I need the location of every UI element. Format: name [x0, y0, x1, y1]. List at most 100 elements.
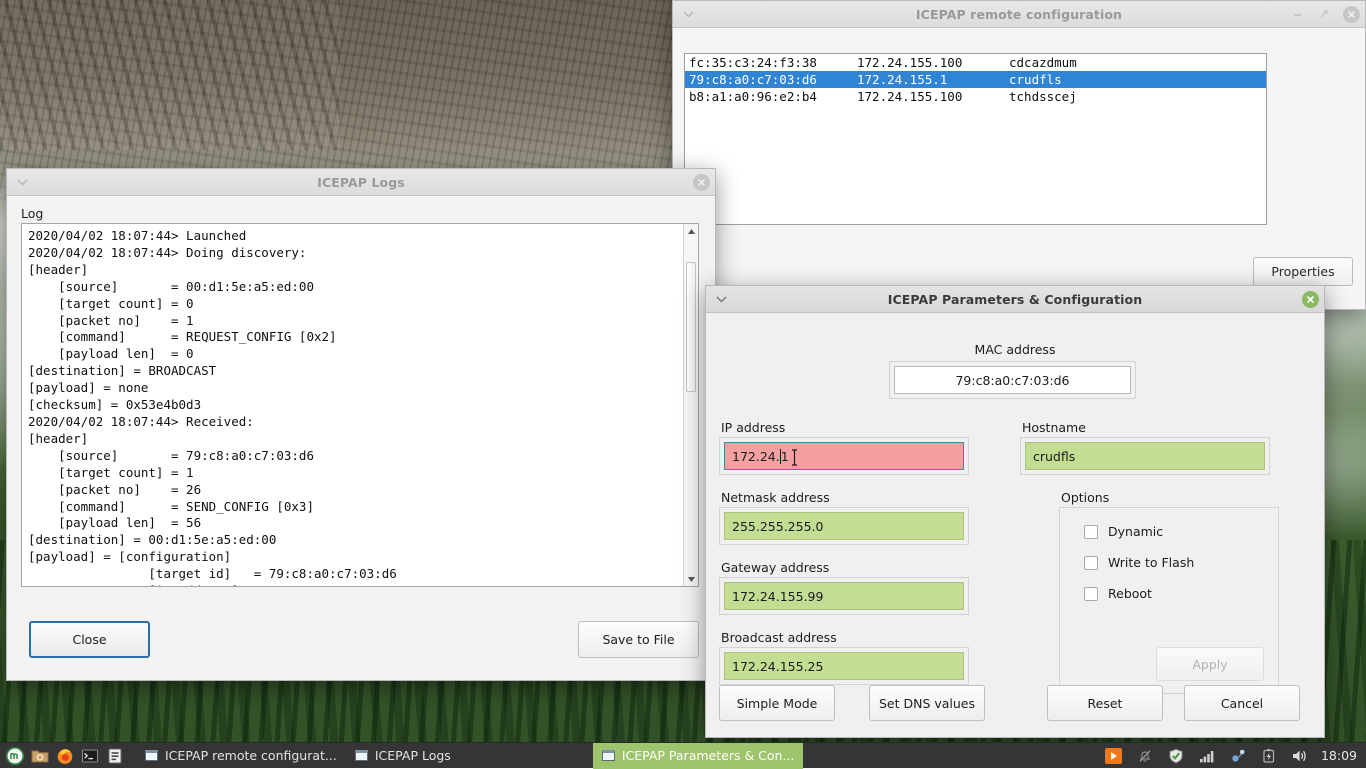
close-icon[interactable] — [1343, 6, 1360, 23]
window-menu-chevron-icon[interactable] — [713, 291, 729, 307]
close-icon[interactable] — [693, 174, 710, 191]
media-play-icon[interactable] — [1104, 746, 1124, 766]
window-title-icepap-logs: ICEPAP Logs — [7, 175, 715, 190]
scrollbar-thumb[interactable] — [686, 262, 696, 392]
broadcast-address-input[interactable]: 172.24.155.25 — [724, 652, 964, 680]
ip-address-value-after-caret: 1 — [781, 449, 789, 464]
mac-address-frame: 79:c8:a0:c7:03:d6 — [889, 361, 1136, 399]
checkbox-dynamic[interactable] — [1084, 525, 1098, 539]
taskbar-item-parameters-configuration[interactable]: ICEPAP Parameters & Con... — [593, 743, 804, 769]
titlebar-parameters-configuration[interactable]: ICEPAP Parameters & Configuration — [706, 286, 1324, 313]
device-hostname: cdcazdmum — [1009, 55, 1266, 70]
network-signal-icon[interactable] — [1197, 746, 1217, 766]
table-row[interactable]: b8:a1:a0:96:e2:b4 172.24.155.100 tchdssc… — [685, 88, 1266, 105]
device-list[interactable]: fc:35:c3:24:f3:38 172.24.155.100 cdcazdm… — [684, 53, 1267, 225]
device-ip: 172.24.155.1 — [857, 72, 1009, 87]
taskbar[interactable]: ICEPAP remote configurat... ICEPAP Logs … — [0, 742, 1366, 768]
minimize-icon[interactable] — [1289, 6, 1306, 23]
desktop-rock-texture-overlay — [0, 0, 340, 150]
log-scrollbar[interactable] — [683, 224, 698, 586]
bluetooth-icon[interactable] — [1228, 746, 1248, 766]
device-ip: 172.24.155.100 — [857, 55, 1009, 70]
table-row[interactable]: fc:35:c3:24:f3:38 172.24.155.100 cdcazdm… — [685, 54, 1266, 71]
option-write-to-flash[interactable]: Write to Flash — [1084, 555, 1278, 570]
window-icon — [145, 750, 158, 761]
titlebar-buttons-logs — [693, 174, 710, 191]
mac-address-value: 79:c8:a0:c7:03:d6 — [894, 366, 1131, 394]
ibeam-mouse-cursor — [791, 449, 798, 466]
hostname-label: Hostname — [1022, 420, 1086, 435]
option-dynamic[interactable]: Dynamic — [1084, 524, 1278, 539]
gateway-address-frame: 172.24.155.99 — [719, 577, 969, 615]
ip-address-value-before-caret: 172.24. — [732, 449, 780, 464]
titlebar-remote-configuration[interactable]: ICEPAP remote configuration — [673, 1, 1365, 28]
checkbox-reboot[interactable] — [1084, 587, 1098, 601]
broadcast-address-frame: 172.24.155.25 — [719, 647, 969, 685]
table-row[interactable]: 79:c8:a0:c7:03:d6 172.24.155.1 crudfls — [685, 71, 1266, 88]
hostname-frame: crudfls — [1020, 437, 1270, 475]
window-parameters-configuration[interactable]: ICEPAP Parameters & Configuration MAC ad… — [705, 285, 1325, 738]
reset-button[interactable]: Reset — [1047, 685, 1163, 721]
apply-button[interactable]: Apply — [1156, 647, 1264, 681]
remote-configuration-body: fc:35:c3:24:f3:38 172.24.155.100 cdcazdm… — [673, 28, 1365, 309]
text-editor-icon[interactable] — [105, 746, 125, 766]
window-menu-chevron-icon[interactable] — [680, 6, 696, 22]
option-write-to-flash-label: Write to Flash — [1108, 555, 1194, 570]
checkbox-write-to-flash[interactable] — [1084, 556, 1098, 570]
window-icon — [602, 750, 615, 761]
netmask-address-input[interactable]: 255.255.255.0 — [724, 512, 964, 540]
window-title-parameters-configuration: ICEPAP Parameters & Configuration — [706, 292, 1324, 307]
gateway-address-label: Gateway address — [721, 560, 829, 575]
taskbar-item-label: ICEPAP Parameters & Con... — [622, 748, 795, 763]
device-mac: 79:c8:a0:c7:03:d6 — [689, 72, 857, 87]
netmask-address-frame: 255.255.255.0 — [719, 507, 969, 545]
files-icon[interactable] — [30, 746, 50, 766]
maximize-icon[interactable] — [1316, 6, 1333, 23]
volume-icon[interactable] — [1290, 746, 1310, 766]
window-icepap-logs[interactable]: ICEPAP Logs Log 2020/04/02 18:07:44> Lau… — [6, 168, 716, 681]
option-reboot[interactable]: Reboot — [1084, 586, 1278, 601]
firefox-icon[interactable] — [55, 746, 75, 766]
option-reboot-label: Reboot — [1108, 586, 1152, 601]
scroll-down-icon[interactable] — [684, 572, 698, 586]
titlebar-buttons-remote — [1289, 6, 1360, 23]
log-textarea[interactable]: 2020/04/02 18:07:44> Launched 2020/04/02… — [21, 223, 699, 587]
set-dns-values-button[interactable]: Set DNS values — [869, 685, 985, 721]
cancel-button[interactable]: Cancel — [1184, 685, 1300, 721]
mint-menu-icon[interactable] — [5, 746, 25, 766]
taskbar-item-remote-configuration[interactable]: ICEPAP remote configurat... — [136, 743, 346, 769]
log-label: Log — [21, 206, 43, 221]
battery-icon[interactable] — [1259, 746, 1279, 766]
options-group: Dynamic Write to Flash Reboot Apply — [1059, 507, 1279, 694]
clock[interactable]: 18:09 — [1321, 748, 1357, 763]
window-remote-configuration[interactable]: ICEPAP remote configuration fc:35:c3:24:… — [672, 0, 1366, 310]
shield-icon[interactable] — [1166, 746, 1186, 766]
notification-muted-icon[interactable] — [1135, 746, 1155, 766]
close-button[interactable]: Close — [29, 621, 150, 658]
ip-address-label: IP address — [721, 420, 785, 435]
window-icon — [355, 750, 368, 761]
titlebar-buttons-params — [1302, 291, 1319, 308]
taskbar-item-icepap-logs[interactable]: ICEPAP Logs — [346, 743, 460, 769]
icepap-logs-body: Log 2020/04/02 18:07:44> Launched 2020/0… — [7, 196, 715, 680]
gateway-address-input[interactable]: 172.24.155.99 — [724, 582, 964, 610]
system-tray: 18:09 — [1104, 746, 1366, 766]
simple-mode-button[interactable]: Simple Mode — [719, 685, 835, 721]
window-title-remote-configuration: ICEPAP remote configuration — [673, 7, 1365, 22]
scroll-up-icon[interactable] — [684, 224, 698, 238]
taskbar-item-label: ICEPAP Logs — [375, 748, 451, 763]
options-label: Options — [1061, 490, 1109, 505]
device-hostname: crudfls — [1009, 72, 1266, 87]
terminal-icon[interactable] — [80, 746, 100, 766]
titlebar-icepap-logs[interactable]: ICEPAP Logs — [7, 169, 715, 196]
device-mac: fc:35:c3:24:f3:38 — [689, 55, 857, 70]
option-dynamic-label: Dynamic — [1108, 524, 1163, 539]
netmask-address-label: Netmask address — [721, 490, 830, 505]
window-menu-chevron-icon[interactable] — [14, 174, 30, 190]
close-icon[interactable] — [1302, 291, 1319, 308]
save-to-file-button[interactable]: Save to File — [578, 621, 699, 658]
properties-button[interactable]: Properties — [1253, 257, 1353, 286]
hostname-input[interactable]: crudfls — [1025, 442, 1265, 470]
taskbar-item-label: ICEPAP remote configurat... — [165, 748, 337, 763]
ip-address-input[interactable]: 172.24.1 — [724, 442, 964, 470]
